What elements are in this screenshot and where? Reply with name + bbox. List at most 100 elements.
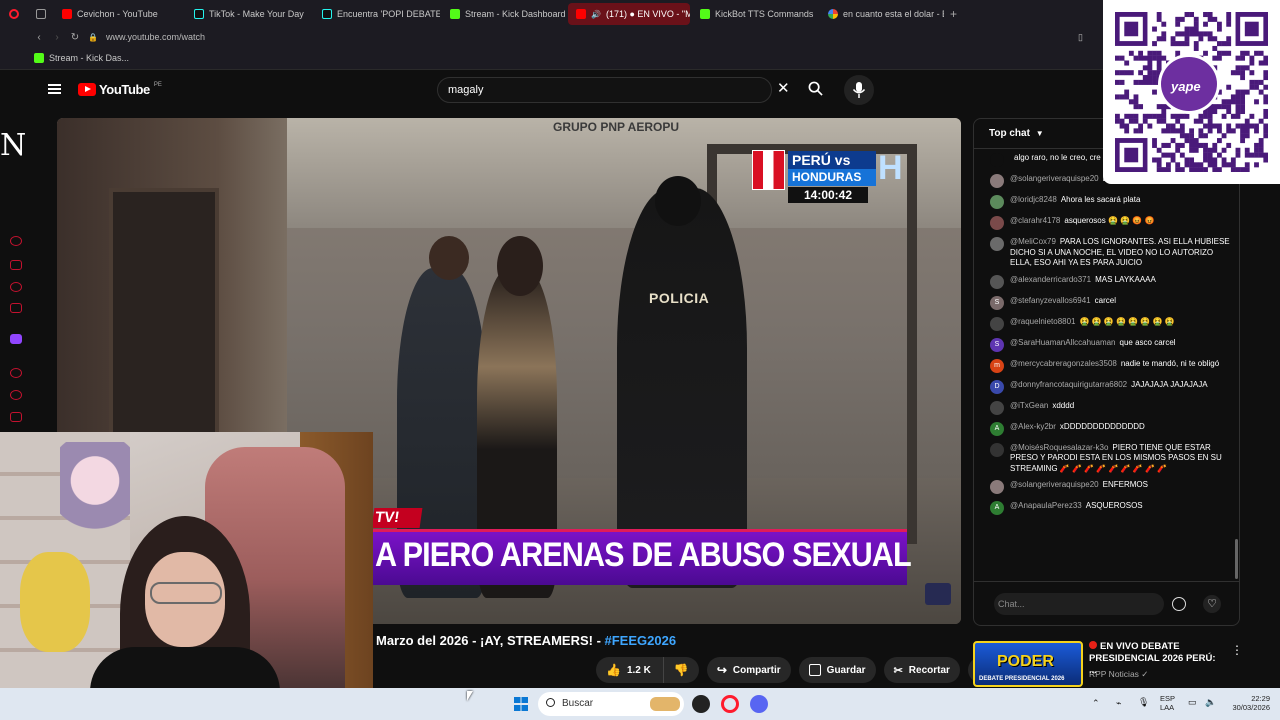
sidebar-clock-icon[interactable]	[10, 368, 22, 378]
chat-message[interactable]: @raquelnieto8801 🤮 🤮 🤮 🤮 🤮 🤮 🤮 🤮	[974, 313, 1239, 334]
taskbar-discord-icon[interactable]	[750, 695, 768, 713]
sidebar-twitch-icon[interactable]	[10, 334, 22, 344]
url-field[interactable]: www.youtube.com/watch	[106, 32, 205, 42]
save-button[interactable]: Guardar	[798, 657, 876, 683]
avatar[interactable]	[990, 237, 1004, 251]
search-input[interactable]: magaly	[437, 77, 772, 103]
sidebar-bag-icon[interactable]	[10, 260, 22, 270]
tray-network-icon[interactable]: ⌁	[1116, 698, 1121, 709]
more-vert-icon[interactable]: ⋮	[1231, 643, 1240, 657]
tab-overview-icon[interactable]	[28, 9, 54, 19]
clip-button[interactable]: ✂ Recortar	[883, 657, 960, 683]
voice-search-button[interactable]	[844, 75, 874, 105]
sidebar-settings-icon[interactable]	[10, 412, 22, 422]
tab-tiktok[interactable]: TikTok - Make Your Day	[186, 3, 312, 25]
reload-icon[interactable]: ↻	[66, 32, 84, 43]
recommended-channel[interactable]: RPP Noticias ✓	[1089, 669, 1148, 680]
share-button[interactable]: ↪ Compartir	[706, 657, 791, 683]
chat-input[interactable]: Chat...	[994, 593, 1164, 615]
clear-search-icon[interactable]: ✕	[777, 81, 790, 96]
tab-popi-debate[interactable]: Encuentra 'POPI DEBATE'	[314, 3, 440, 25]
video-hashtag[interactable]: #FEEG2026	[605, 633, 677, 648]
avatar[interactable]: S	[990, 295, 1004, 310]
chat-author[interactable]: @solangeriveraquispe20	[1010, 480, 1099, 489]
sidebar-aria-icon[interactable]	[10, 236, 22, 246]
chat-message[interactable]: @MeliCox79 PARA LOS IGNORANTES. ASI ELLA …	[974, 233, 1239, 271]
youtube-logo[interactable]: YouTube PE	[78, 82, 162, 97]
opera-icon[interactable]	[0, 9, 28, 19]
tray-mic-icon[interactable]: 🎙	[1138, 697, 1149, 708]
recommended-video[interactable]: PODER DEBATE PRESIDENCIAL 2026 EN VIVO D…	[973, 641, 1240, 687]
like-button[interactable]: 👍 1.2 K	[596, 657, 664, 683]
chat-message[interactable]: @iTxGean xdddd	[974, 397, 1239, 418]
bookmark-kick[interactable]: Stream - Kick Das...	[49, 53, 129, 63]
chat-message[interactable]: A @AnapaulaPerez33 ASQUEROSOS	[974, 497, 1239, 518]
chat-author[interactable]: @SaraHuamanAllccahuaman	[1010, 338, 1116, 347]
avatar[interactable]	[990, 216, 1004, 230]
tab-cevichon[interactable]: Cevichon - YouTube	[54, 3, 184, 25]
speaker-icon[interactable]: 🔊	[591, 10, 601, 19]
bookmark-icon[interactable]: ▯	[1078, 32, 1083, 43]
search-icon[interactable]	[808, 81, 823, 96]
heart-icon[interactable]: ♡	[1203, 595, 1221, 613]
avatar[interactable]	[990, 174, 1004, 188]
chat-message[interactable]: S @stefanyzevallos6941 carcel	[974, 292, 1239, 313]
sidebar-instagram-icon[interactable]	[10, 303, 22, 313]
chat-author[interactable]: @iTxGean	[1010, 401, 1048, 410]
language-indicator[interactable]: ESP LAA	[1160, 694, 1175, 712]
forward-icon[interactable]: ›	[48, 32, 66, 43]
dislike-button[interactable]: 👎	[663, 657, 699, 683]
avatar[interactable]: A	[990, 421, 1004, 436]
lock-icon[interactable]: 🔒	[84, 33, 102, 42]
tray-volume-icon[interactable]: 🔈	[1205, 697, 1216, 708]
chat-message[interactable]: D @donnyfrancotaquirigutarra6802 JAJAJAJA …	[974, 376, 1239, 397]
taskbar-opera-icon[interactable]	[721, 695, 739, 713]
sidebar-history-icon[interactable]	[10, 390, 22, 400]
tray-monitor-icon[interactable]: ▭	[1188, 697, 1197, 708]
chat-author[interactable]: @mercycabreragonzales3508	[1010, 359, 1117, 368]
avatar[interactable]	[990, 480, 1004, 494]
avatar[interactable]	[990, 316, 1004, 331]
chat-message[interactable]: @solangeriveraquispe20ENFERMOS	[974, 476, 1239, 497]
chat-author[interactable]: @alexanderricardo371	[1010, 275, 1091, 284]
chat-author[interactable]: @Alex-ky2br	[1010, 422, 1056, 431]
windows-start-icon[interactable]	[514, 697, 528, 711]
chat-author[interactable]: @MoisésRoquesalazar-k3o	[1010, 443, 1108, 452]
chat-author[interactable]: @stefanyzevallos6941	[1010, 296, 1091, 305]
avatar[interactable]: D	[990, 379, 1004, 394]
chat-author[interactable]: @raquelnieto8801	[1010, 317, 1076, 326]
chat-author[interactable]: @clarahr4178	[1010, 216, 1060, 225]
emoji-icon[interactable]	[1172, 597, 1186, 611]
chat-author[interactable]: @donnyfrancotaquirigutarra6802	[1010, 380, 1127, 389]
clock[interactable]: 22:29 30/03/2026	[1222, 694, 1270, 712]
avatar[interactable]: A	[990, 501, 1004, 515]
taskbar-obs-icon[interactable]	[692, 695, 710, 713]
sidebar-messenger-icon[interactable]	[10, 282, 22, 292]
chat-author[interactable]: @AnapaulaPerez33	[1010, 501, 1082, 510]
chat-author[interactable]: @MeliCox79	[1010, 237, 1056, 246]
chat-message[interactable]: @alexanderricardo371 MAS LAYKAAAA	[974, 271, 1239, 292]
tab-youtube-live[interactable]: 🔊 (171) ● EN VIVO - "M	[568, 3, 690, 25]
tab-google-dolar[interactable]: en cuanto esta el dolar - B	[820, 3, 944, 25]
tab-kick-dashboard[interactable]: Stream - Kick Dashboard	[442, 3, 566, 25]
chat-message[interactable]: @loridjc8248 Ahora les sacará plata	[974, 191, 1239, 212]
avatar[interactable]: m	[990, 358, 1004, 373]
menu-icon[interactable]	[48, 84, 61, 94]
tab-kickbot[interactable]: KickBot TTS Commands	[692, 3, 818, 25]
tray-chevron-icon[interactable]: ⌃	[1092, 698, 1100, 709]
chat-message[interactable]: A @Alex-ky2br xDDDDDDDDDDDDDD	[974, 418, 1239, 439]
chat-message[interactable]: @clarahr4178 asquerosos 🤮 🤮 😡 😡	[974, 212, 1239, 233]
chat-message[interactable]: m @mercycabreragonzales3508 nadie te mandó…	[974, 355, 1239, 376]
back-icon[interactable]: ‹	[30, 32, 48, 43]
channel-watermark-icon[interactable]	[925, 583, 951, 605]
avatar[interactable]	[990, 400, 1004, 415]
avatar[interactable]	[990, 153, 1004, 167]
taskbar-widget-icon[interactable]	[650, 697, 680, 711]
avatar[interactable]	[990, 274, 1004, 289]
avatar[interactable]	[990, 195, 1004, 209]
recommended-thumbnail[interactable]: PODER DEBATE PRESIDENCIAL 2026	[973, 641, 1083, 687]
avatar[interactable]	[990, 442, 1004, 457]
avatar[interactable]: S	[990, 337, 1004, 352]
chat-message[interactable]: S @SaraHuamanAllccahuaman que asco carcel	[974, 334, 1239, 355]
chat-scrollbar[interactable]	[1235, 539, 1238, 579]
